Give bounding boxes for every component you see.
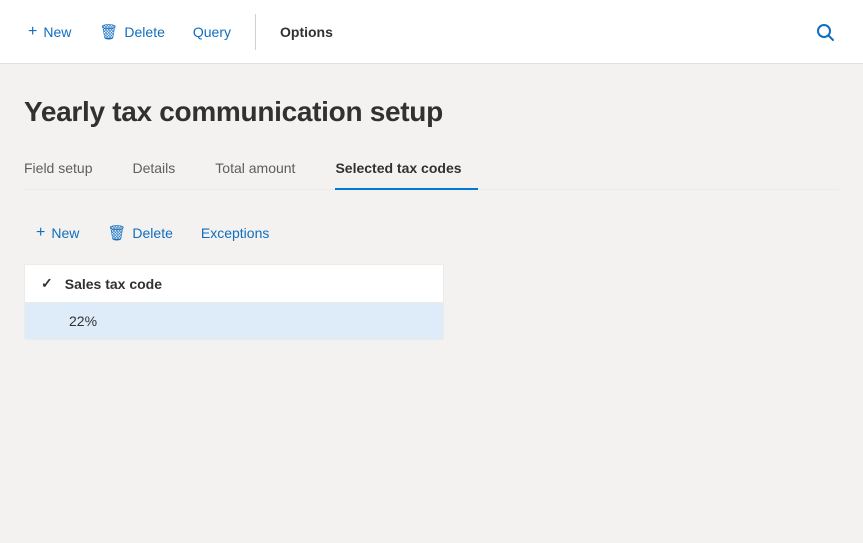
tab-total-amount[interactable]: Total amount [215,152,311,190]
table-cell-value: 22% [69,313,97,329]
sub-delete-label: Delete [132,225,172,241]
plus-icon: + [28,24,37,40]
top-new-button[interactable]: + New [16,16,83,48]
top-options-button[interactable]: Options [268,16,345,48]
tab-details[interactable]: Details [132,152,191,190]
sub-delete-button[interactable]: 🗑 Delete [95,218,185,248]
top-delete-label: Delete [124,24,164,40]
tab-field-setup[interactable]: Field setup [24,152,108,190]
tab-selected-tax-codes[interactable]: Selected tax codes [335,152,477,190]
table-row[interactable]: 22% [25,303,443,339]
exceptions-label: Exceptions [201,225,269,241]
tax-codes-table: ✓ Sales tax code 22% [24,264,444,340]
toolbar-divider [255,14,256,50]
top-toolbar: + New 🗑 Delete Query Options [0,0,863,64]
sub-trash-icon: 🗑 [107,224,126,242]
search-icon [815,22,835,42]
main-content: Yearly tax communication setup Field set… [0,64,863,340]
top-query-label: Query [193,24,231,40]
sub-plus-icon: + [36,225,45,241]
page-title: Yearly tax communication setup [24,96,839,128]
sub-new-button[interactable]: + New [24,219,91,247]
exceptions-button[interactable]: Exceptions [189,219,281,247]
top-new-label: New [43,24,71,40]
sub-new-label: New [51,225,79,241]
top-search-button[interactable] [803,14,847,50]
table-header-row: ✓ Sales tax code [25,265,443,303]
top-delete-button[interactable]: 🗑 Delete [87,15,177,49]
column-header-sales-tax-code: Sales tax code [65,276,162,292]
trash-icon: 🗑 [99,23,118,41]
top-options-label: Options [280,24,333,40]
tab-bar: Field setup Details Total amount Selecte… [24,152,839,190]
sub-toolbar: + New 🗑 Delete Exceptions [24,210,839,264]
top-query-button[interactable]: Query [181,16,243,48]
check-icon: ✓ [41,275,53,292]
